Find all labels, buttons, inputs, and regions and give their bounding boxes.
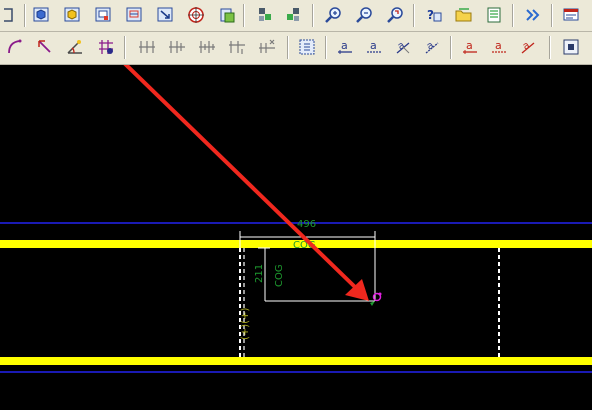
text-mark-4-icon[interactable]: a [421,36,443,58]
angle-line-icon[interactable] [34,36,56,58]
view-right-icon[interactable] [282,4,304,26]
toolbar-separator [243,4,245,27]
svg-text:a: a [495,39,502,52]
vertical-dimension-text: 211 [254,264,265,283]
list-icon[interactable] [483,4,505,26]
target-view-icon[interactable] [185,4,207,26]
help-query-icon[interactable]: ? [423,4,445,26]
svg-text:a: a [341,39,348,52]
toolbar-separator [512,4,514,27]
ticks-dimension-icon[interactable] [136,36,158,58]
ticks-dimension-4-icon[interactable] [226,36,248,58]
paste-view-icon[interactable] [216,4,238,26]
toolbar-separator [413,4,415,27]
svg-text:a: a [466,39,473,52]
view-left-icon[interactable] [254,4,276,26]
toolbar-separator [450,36,452,59]
window-view-icon[interactable] [92,4,114,26]
zoom-previous-icon[interactable] [384,4,406,26]
text-mark-red-3-icon[interactable]: a [517,36,539,58]
toolbar-separator [287,36,289,59]
snap-icon[interactable] [560,36,582,58]
more-arrows-icon[interactable] [522,4,544,26]
arc-icon[interactable] [4,36,26,58]
angle-dimension-icon[interactable] [64,36,86,58]
toolbar-separator [551,4,553,27]
toolbar-separator [549,36,551,59]
shaded-view-icon[interactable] [30,4,52,26]
cog-marker-dot [378,292,382,296]
toolbar-separator [124,36,126,59]
text-mark-2-icon[interactable]: a [363,36,385,58]
text-mark-3-icon[interactable]: a [392,36,414,58]
frame-edge-icon[interactable] [0,4,22,26]
ticks-dimension-3-icon[interactable] [196,36,218,58]
hidden-view-icon[interactable] [61,4,83,26]
zoom-window-icon[interactable] [154,4,176,26]
svg-text:a: a [370,39,377,52]
select-area-icon[interactable] [296,36,318,58]
toolbar-separator [24,4,26,27]
left-label-vertical: (+)(+) [240,308,251,340]
drawing-svg: 496 COG 211 COG (+)(+) [0,65,592,410]
svg-text:?: ? [427,8,434,22]
zoom-out-icon[interactable] [353,4,375,26]
horizontal-dimension-text: 496 [297,219,316,230]
drawing-canvas[interactable]: 496 COG 211 COG (+)(+) [0,65,592,410]
open-folder-icon[interactable] [453,4,475,26]
cog-label-vertical: COG [274,264,285,287]
fit-view-icon[interactable] [123,4,145,26]
toolbar-separator [325,36,327,59]
beam-bottom [0,357,592,365]
point-tool-icon[interactable] [95,36,117,58]
text-mark-red-icon[interactable]: a [459,36,481,58]
ticks-dimension-2-icon[interactable] [166,36,188,58]
ticks-dimension-5-icon[interactable] [256,36,278,58]
text-mark-icon[interactable]: a [334,36,356,58]
zoom-in-icon[interactable] [322,4,344,26]
report-icon[interactable] [560,4,582,26]
text-mark-red-2-icon[interactable]: a [488,36,510,58]
toolbar-separator [312,4,314,27]
top-toolbar: ? [0,0,592,32]
bottom-toolbar: a a a a a a a [0,32,592,65]
